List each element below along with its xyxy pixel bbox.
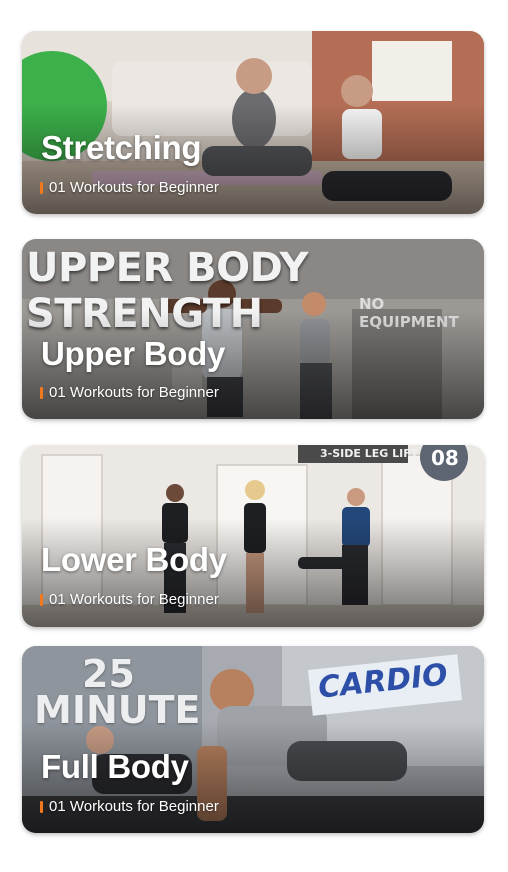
accent-bar [40, 593, 43, 606]
workout-subtitle: 01 Workouts for Beginner [40, 384, 219, 401]
workout-count-label: 01 Workouts for Beginner [49, 179, 219, 196]
workout-card-full-body[interactable]: 25 MINUTE CARDIO Full Body 01 Workouts f… [22, 646, 484, 833]
accent-bar [40, 386, 43, 399]
thumbnail-banner: 3-SIDE LEG LIFT [320, 447, 419, 460]
workout-subtitle: 01 Workouts for Beginner [40, 591, 219, 608]
accent-bar [40, 800, 43, 813]
workout-count-label: 01 Workouts for Beginner [49, 591, 219, 608]
workout-card-upper-body[interactable]: UPPER BODY STRENGTH NO EQUIPMENT Upper B… [22, 239, 484, 419]
workout-title: Upper Body [41, 335, 226, 372]
workout-card-stretching[interactable]: Stretching 01 Workouts for Beginner [22, 31, 484, 214]
workout-card-lower-body[interactable]: 3-SIDE LEG LIFT 08 Lower Body 01 Workout… [22, 445, 484, 627]
thumbnail-number: 08 [431, 446, 459, 470]
accent-bar [40, 181, 43, 194]
workout-subtitle: 01 Workouts for Beginner [40, 179, 219, 196]
workout-subtitle: 01 Workouts for Beginner [40, 798, 219, 815]
workout-count-label: 01 Workouts for Beginner [49, 798, 219, 815]
workout-title: Full Body [41, 748, 189, 785]
workout-count-label: 01 Workouts for Beginner [49, 384, 219, 401]
workout-title: Lower Body [41, 541, 227, 578]
workout-title: Stretching [41, 129, 202, 166]
